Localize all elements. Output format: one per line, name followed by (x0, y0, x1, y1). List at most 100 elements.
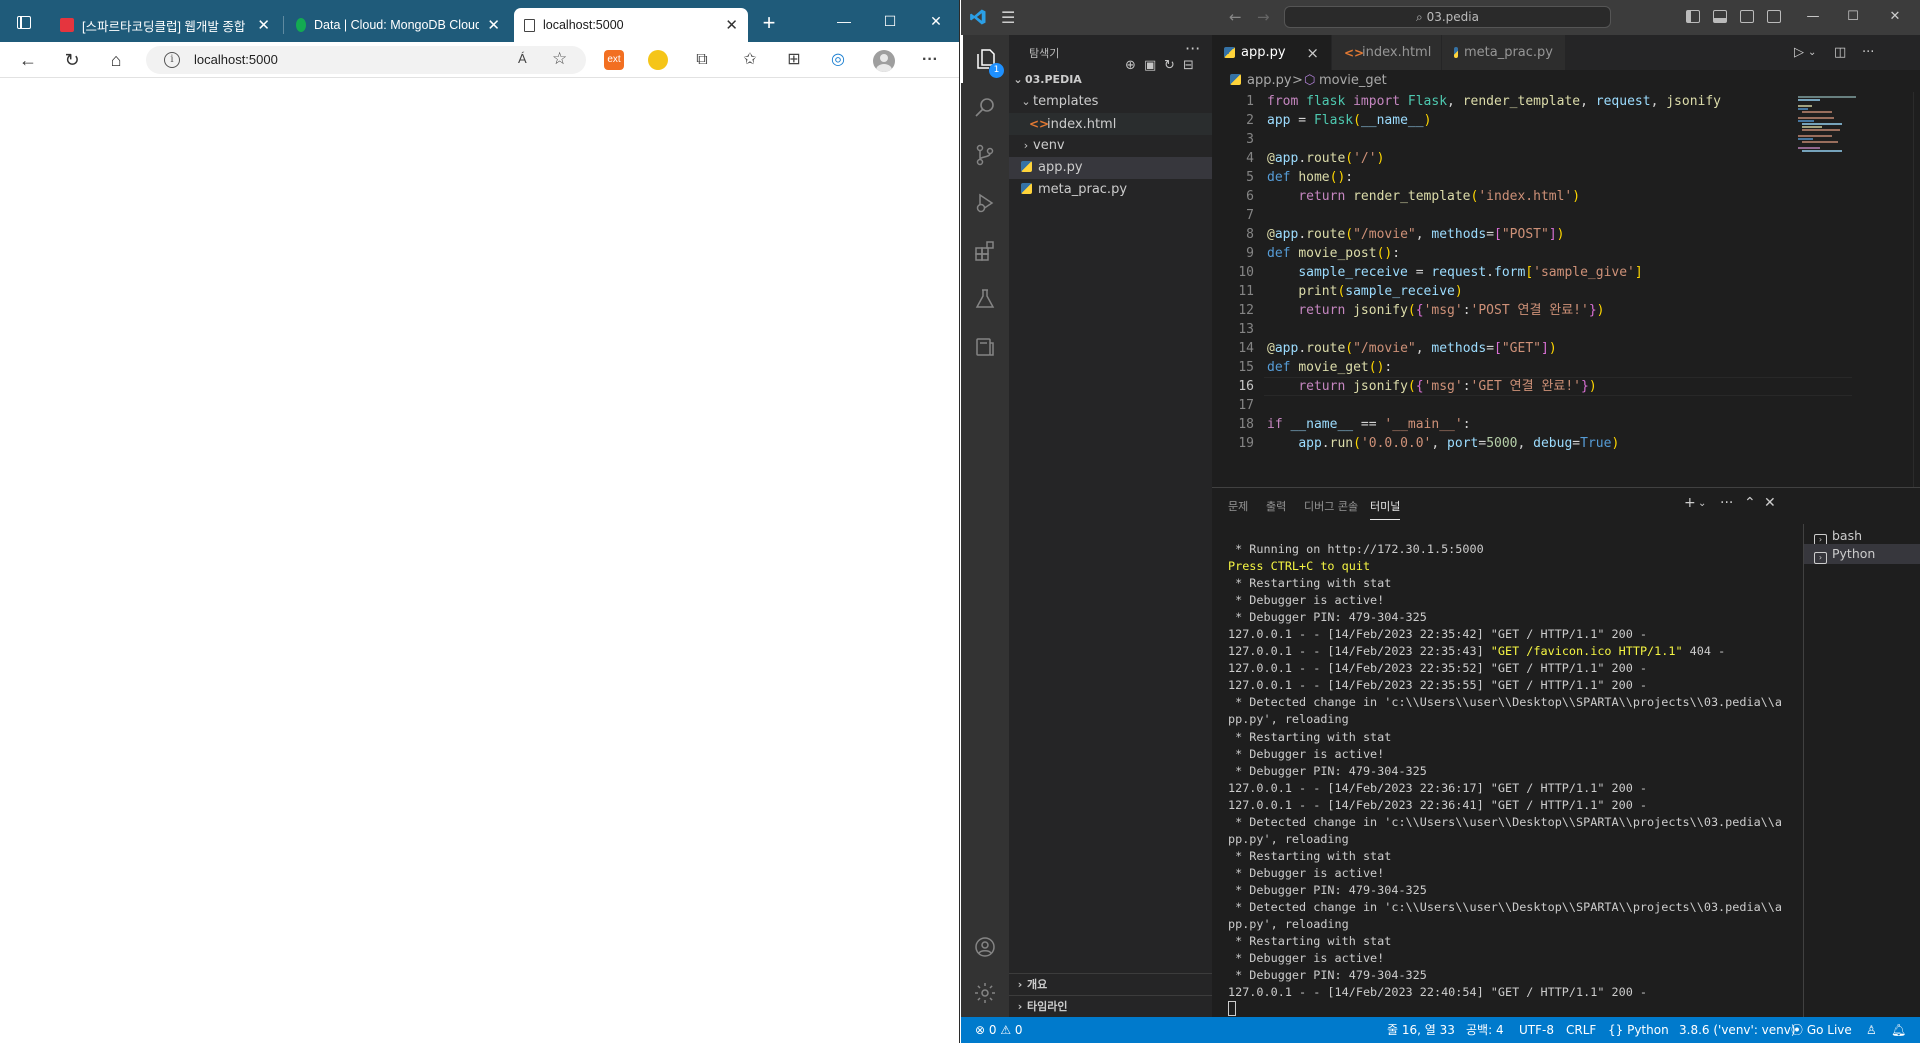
language-mode[interactable]: {} Python (1608, 1019, 1669, 1041)
minimap[interactable] (1788, 92, 1908, 487)
notifications-bell-icon[interactable]: 🔔︎ (1891, 1019, 1906, 1041)
toggle-sidebar-icon[interactable] (1686, 10, 1700, 23)
new-folder-icon[interactable]: ▣ (1144, 58, 1156, 73)
run-options-chevron-icon[interactable]: ⌄ (1808, 47, 1816, 58)
timeline-section[interactable]: › 타임라인 (1009, 995, 1212, 1017)
maximize-panel-icon[interactable]: ⌃ (1744, 495, 1756, 511)
indentation-status[interactable]: 공백: 4 (1466, 1019, 1504, 1041)
close-panel-icon[interactable]: ✕ (1764, 495, 1776, 511)
activity-bar: 1 (961, 35, 1009, 1017)
profile-avatar[interactable] (873, 50, 895, 72)
customize-layout-icon[interactable] (1767, 10, 1781, 23)
new-file-icon[interactable]: ⊕ (1125, 58, 1136, 73)
forward-nav-icon[interactable]: → (1257, 8, 1270, 26)
toggle-secondary-sidebar-icon[interactable] (1740, 10, 1754, 23)
close-tab-icon[interactable]: ✕ (725, 18, 738, 33)
settings-gear-icon[interactable] (961, 969, 1009, 1017)
tab-app-py[interactable]: app.py × (1212, 35, 1332, 70)
tab-output[interactable]: 출력 (1266, 498, 1286, 514)
extension-icon[interactable] (648, 50, 668, 70)
extensions-icon[interactable] (961, 227, 1009, 275)
site-info-icon[interactable]: i (164, 52, 180, 68)
more-actions-icon[interactable]: ··· (1185, 39, 1200, 58)
split-editor-icon[interactable]: ◫ (1834, 45, 1846, 60)
source-control-icon[interactable] (961, 131, 1009, 179)
terminal-line: pp.py', reloading (1228, 712, 1349, 727)
folder-templates[interactable]: ⌄ templates (1009, 91, 1212, 113)
extension-icon[interactable]: ext (604, 50, 624, 70)
read-aloud-icon[interactable]: Á (518, 51, 527, 66)
add-favorite-icon[interactable]: ☆ (552, 49, 567, 69)
tab-debug-console[interactable]: 디버그 콘솔 (1304, 498, 1358, 514)
new-tab-button[interactable]: + (756, 10, 782, 36)
folder-venv[interactable]: › venv (1009, 135, 1212, 157)
terminal-dropdown-icon[interactable]: ⌄ (1698, 498, 1706, 509)
outline-section[interactable]: › 개요 (1009, 973, 1212, 995)
breadcrumb-file[interactable]: app.py (1230, 70, 1292, 92)
run-python-icon[interactable]: ▷ (1794, 45, 1804, 60)
tab-problems[interactable]: 문제 (1228, 498, 1248, 514)
close-tab-icon[interactable]: ✕ (487, 18, 500, 33)
close-tab-icon[interactable]: ✕ (257, 18, 270, 33)
tab-mongodb[interactable]: Data | Cloud: MongoDB Cloud ✕ (286, 8, 510, 42)
close-tab-icon[interactable]: × (1306, 44, 1319, 62)
close-window-button[interactable]: ✕ (916, 6, 956, 36)
cursor-position[interactable]: 줄 16, 열 33 (1387, 1019, 1455, 1041)
tab-meta-prac-py[interactable]: meta_prac.py (1442, 35, 1566, 70)
vscode-maximize-button[interactable]: ☐ (1833, 4, 1873, 30)
breadcrumb-symbol[interactable]: movie_get (1319, 70, 1387, 92)
testing-flask-icon[interactable] (961, 275, 1009, 323)
more-menu-icon[interactable]: ··· (918, 48, 942, 72)
page-icon (524, 18, 535, 32)
collapse-folders-icon[interactable]: ⊟ (1183, 58, 1194, 73)
new-terminal-icon[interactable]: + (1684, 495, 1696, 511)
back-arrow-icon[interactable]: ← (14, 46, 42, 74)
menu-hamburger-icon[interactable]: ☰ (1001, 8, 1015, 27)
maximize-button[interactable]: ☐ (870, 6, 910, 36)
tab-terminal[interactable]: 터미널 (1370, 498, 1401, 520)
go-live-button[interactable]: ⦿ Go Live (1791, 1019, 1852, 1041)
eol-status[interactable]: CRLF (1566, 1019, 1596, 1041)
back-nav-icon[interactable]: ← (1229, 8, 1242, 26)
minimize-button[interactable]: — (824, 6, 864, 36)
extensions-puzzle-icon[interactable]: ⧉ (690, 48, 714, 72)
tab-spartacoding[interactable]: [스파르타코딩클럽] 웹개발 종합 ✕ (50, 8, 280, 42)
address-url[interactable]: localhost:5000 (194, 52, 278, 67)
vscode-minimize-button[interactable]: — (1793, 4, 1833, 30)
address-bar[interactable]: i localhost:5000 Á ☆ (146, 46, 586, 74)
explorer-icon[interactable]: 1 (961, 35, 1009, 83)
file-meta-prac-py[interactable]: meta_prac.py (1009, 179, 1212, 201)
refresh-explorer-icon[interactable]: ↻ (1164, 58, 1175, 73)
tab-actions-icon[interactable] (12, 12, 36, 32)
refresh-icon[interactable]: ↻ (58, 46, 86, 74)
favorites-icon[interactable]: ✩ (738, 48, 762, 72)
command-center[interactable]: ⌕ 03.pedia (1284, 6, 1611, 28)
editor-more-icon[interactable]: ··· (1862, 45, 1874, 60)
code-editor[interactable]: 1 from flask import Flask, render_templat… (1212, 92, 1920, 487)
home-icon[interactable]: ⌂ (102, 46, 130, 74)
terminal-line: pp.py', reloading (1228, 917, 1349, 932)
run-debug-icon[interactable] (961, 179, 1009, 227)
problems-status[interactable]: ⊗ 0 ⚠ 0 (975, 1019, 1023, 1041)
file-app-py[interactable]: app.py (1009, 157, 1212, 179)
remote-explorer-icon[interactable] (961, 323, 1009, 371)
workspace-root[interactable]: ⌄ 03.PEDIA (1009, 69, 1212, 91)
accounts-status-icon[interactable]: ♙ (1866, 1019, 1877, 1041)
accounts-icon[interactable] (961, 923, 1009, 971)
python-interpreter[interactable]: 3.8.6 ('venv': venv) (1679, 1019, 1796, 1041)
panel-more-icon[interactable]: ··· (1720, 495, 1733, 511)
encoding-status[interactable]: UTF-8 (1519, 1019, 1554, 1041)
terminal-python[interactable]: › Python (1804, 544, 1920, 564)
search-icon[interactable] (961, 83, 1009, 131)
file-index-html[interactable]: <>index.html (1009, 113, 1212, 135)
toggle-panel-icon[interactable] (1713, 10, 1727, 23)
terminal-output[interactable]: * Running on http://172.30.1.5:5000 Press… (1228, 541, 1800, 1017)
tab-localhost[interactable]: localhost:5000 ✕ (514, 8, 748, 42)
spartacoding-favicon-icon (60, 18, 74, 32)
tab-index-html[interactable]: <> index.html (1332, 35, 1442, 70)
terminal-bash[interactable]: › bash (1804, 526, 1920, 546)
vscode-close-button[interactable]: ✕ (1875, 4, 1915, 30)
collections-icon[interactable]: ⊞ (782, 48, 806, 72)
edge-bar-icon[interactable]: ◎ (826, 48, 850, 72)
editor-scrollbar[interactable] (1913, 92, 1920, 487)
